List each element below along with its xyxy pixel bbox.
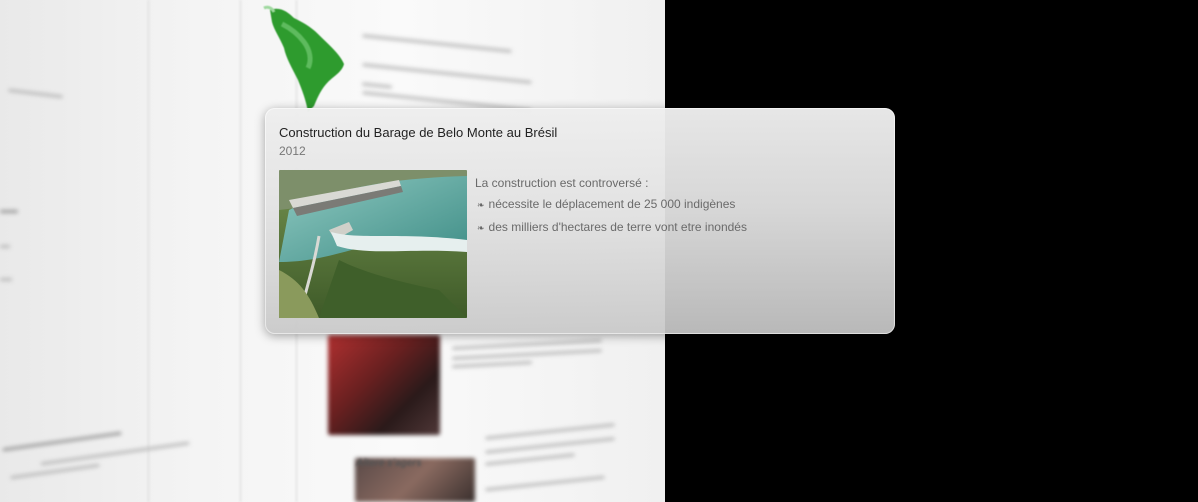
event-title: Construction du Barage de Belo Monte au … <box>279 125 558 140</box>
list-item: ❧ des milliers d'hectares de terre vont e… <box>477 220 747 234</box>
blurred-text <box>361 82 393 89</box>
blurred-text <box>485 423 615 440</box>
blurred-text <box>0 245 10 248</box>
fleuron-icon: ❧ <box>477 200 485 210</box>
blurred-text <box>485 453 575 466</box>
fleuron-icon: ❧ <box>477 223 485 233</box>
blurred-text <box>362 63 532 84</box>
blurred-text <box>10 463 100 480</box>
bullet-text: nécessite le déplacement de 25 000 indig… <box>488 197 736 211</box>
blurred-text <box>0 210 18 213</box>
blurred-text <box>2 431 122 452</box>
protest-photo <box>328 335 440 435</box>
blurred-text <box>452 339 602 350</box>
blurred-text <box>485 437 615 454</box>
blurred-text <box>362 34 512 53</box>
south-america-map <box>263 5 344 112</box>
list-item: ❧ nécessite le déplacement de 25 000 indi… <box>477 197 735 211</box>
bullet-text: des milliers d'hectares de terre vont et… <box>488 220 747 234</box>
blurred-text <box>451 360 533 369</box>
blurred-text <box>8 88 63 99</box>
section-heading: Altere s'agers <box>356 458 422 469</box>
blurred-text <box>0 278 12 281</box>
event-popup-card[interactable]: Construction du Barage de Belo Monte au … <box>265 108 895 334</box>
page-column-divider <box>240 0 241 502</box>
event-year: 2012 <box>279 144 306 158</box>
page-column-divider <box>148 0 149 502</box>
blurred-text <box>40 441 190 466</box>
dam-aerial-photo <box>279 170 467 318</box>
event-description: La construction est controversé : <box>475 176 649 190</box>
blurred-text <box>452 349 602 360</box>
blurred-text <box>485 475 605 492</box>
